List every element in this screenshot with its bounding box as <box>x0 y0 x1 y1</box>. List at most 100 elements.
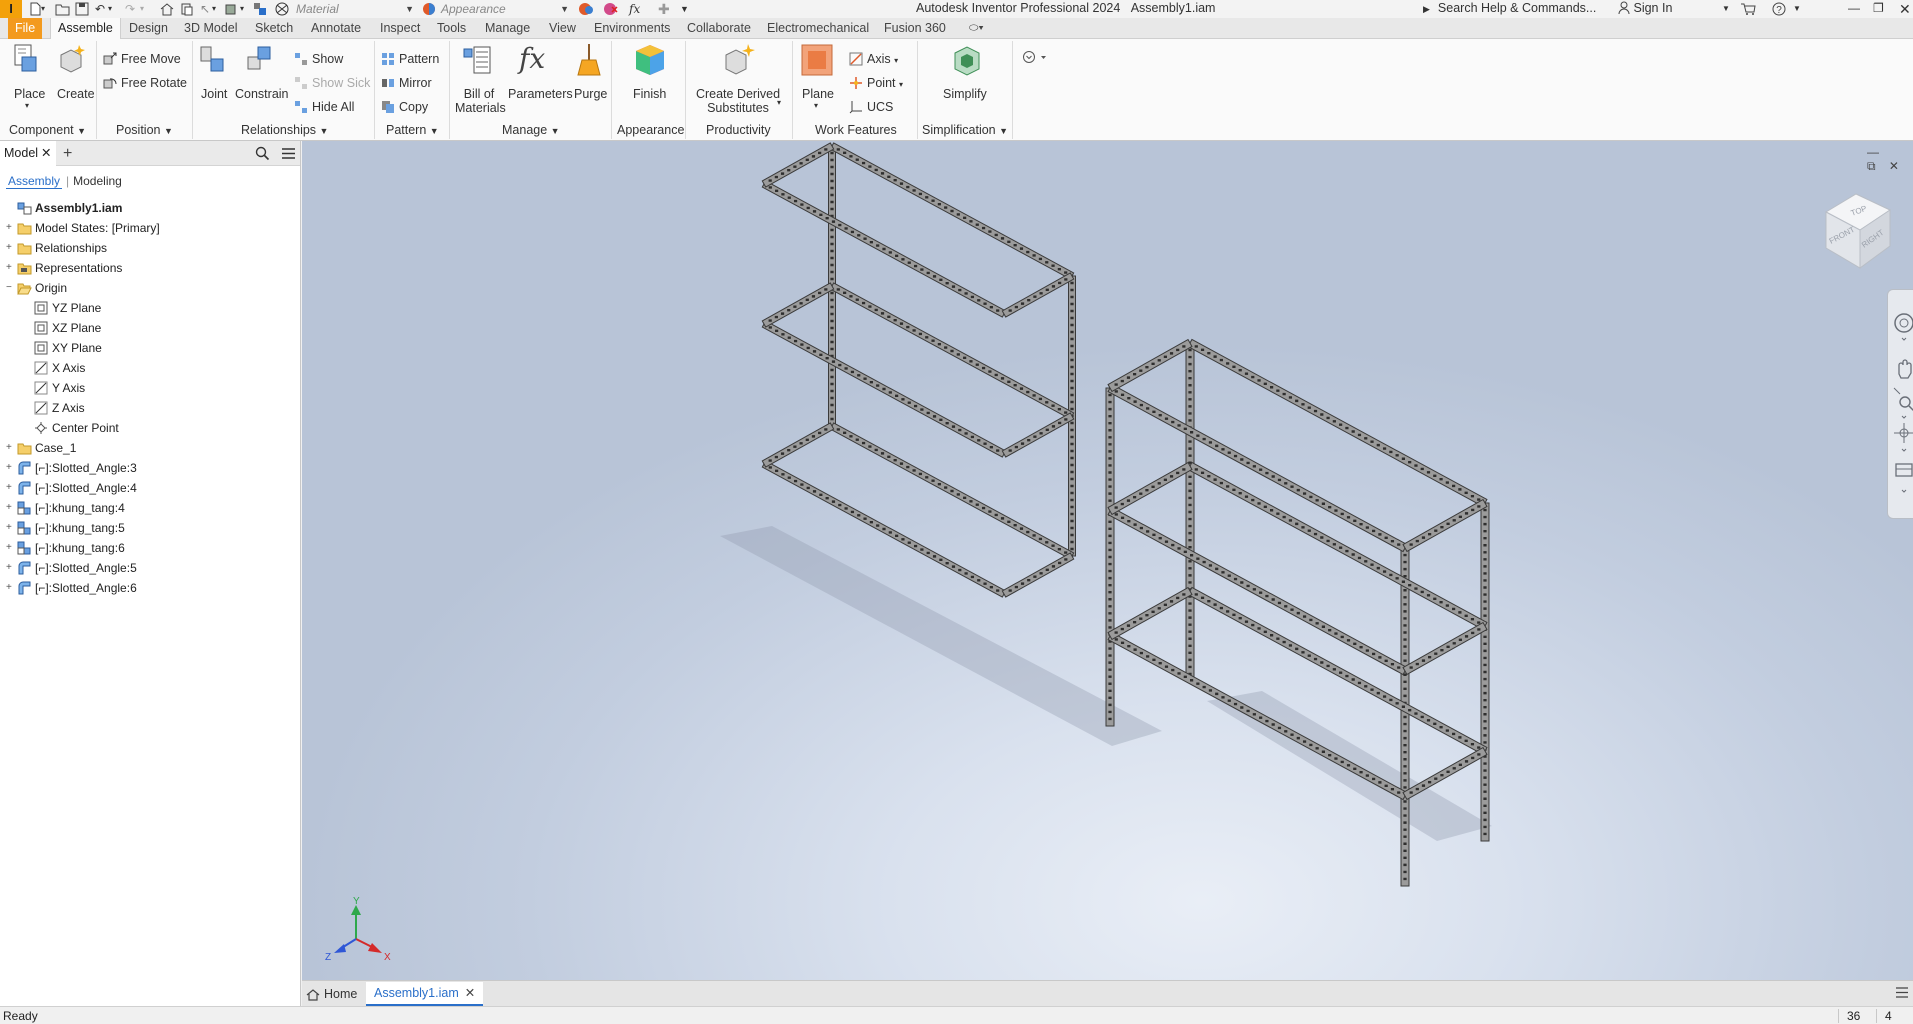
slotted-angle[interactable] <box>1107 631 1408 801</box>
clear-appearance-icon[interactable] <box>603 2 619 16</box>
canvas-close-icon[interactable]: ✕ <box>1889 159 1899 173</box>
sign-in-dropdown-icon[interactable]: ▼ <box>1722 2 1730 16</box>
canvas-minimize-icon[interactable]: — <box>1867 145 1879 159</box>
slotted-angle[interactable] <box>1187 586 1488 756</box>
slotted-angle[interactable] <box>1107 383 1408 553</box>
finish-button[interactable]: Finish <box>633 87 666 101</box>
slotted-angle[interactable] <box>1107 461 1193 516</box>
close-tab-icon[interactable]: ✕ <box>41 141 51 166</box>
simplify-button[interactable]: Simplify <box>943 87 987 101</box>
tab-manage[interactable]: Manage <box>478 18 537 39</box>
material-combo[interactable]: Material ▼ <box>296 1 414 17</box>
add-browser-tab-button[interactable]: + <box>63 141 72 166</box>
material-icon[interactable] <box>275 2 289 16</box>
document-tab[interactable]: Assembly1.iam ✕ <box>366 982 484 1006</box>
ribbon-overflow-icon[interactable] <box>1022 50 1050 64</box>
tree-expander-icon[interactable]: + <box>6 563 15 573</box>
slotted-angle[interactable] <box>1187 338 1488 508</box>
tab-fusion-360[interactable]: Fusion 360 <box>877 18 953 39</box>
save-icon[interactable] <box>75 2 89 16</box>
adjust-appearance-icon[interactable] <box>578 2 594 16</box>
graphics-window[interactable]: — ⧉ ✕ TOP FRONT RIGHT Y X Z <box>302 141 1913 980</box>
mirror-button[interactable]: Mirror <box>381 74 432 92</box>
show-sick-button[interactable]: Show Sick <box>294 74 370 92</box>
finish-icon[interactable] <box>632 43 666 77</box>
add-icon[interactable]: ✚ <box>658 2 670 16</box>
document-tabs-menu-icon[interactable] <box>1895 986 1909 1002</box>
slotted-angle[interactable] <box>1001 552 1075 598</box>
point-button[interactable]: Point ▾ <box>849 74 903 92</box>
axis-button[interactable]: Axis ▾ <box>849 50 898 68</box>
new-dropdown-icon[interactable]: ▾ <box>41 2 45 16</box>
help-icon[interactable]: ? <box>1772 2 1788 16</box>
component-group-label[interactable]: Component ▼ <box>9 123 86 137</box>
look-at-icon[interactable] <box>1895 463 1913 477</box>
slotted-angle[interactable] <box>1402 498 1488 553</box>
new-file-icon[interactable] <box>28 2 42 16</box>
free-move-button[interactable]: Free Move <box>103 50 181 68</box>
tab-model[interactable]: Model ✕ <box>0 141 56 166</box>
help-dropdown-icon[interactable]: ▼ <box>1793 2 1801 16</box>
hamburger-menu-icon[interactable] <box>281 147 296 163</box>
purge-icon[interactable] <box>576 43 604 77</box>
constrain-button[interactable]: Constrain <box>235 87 289 101</box>
search-icon[interactable] <box>255 146 270 164</box>
joint-icon[interactable] <box>197 43 229 75</box>
canvas-restore-icon[interactable]: ⧉ <box>1867 159 1876 173</box>
select-dropdown-icon[interactable]: ▾ <box>212 2 216 16</box>
ribbon-display-options-icon[interactable]: ⬭▾ <box>962 18 991 39</box>
zoom-icon[interactable] <box>1893 387 1913 412</box>
tab-sketch[interactable]: Sketch <box>248 18 300 39</box>
place-button[interactable]: Place <box>14 87 45 101</box>
purge-button[interactable]: Purge <box>574 87 607 101</box>
slotted-angle[interactable] <box>1107 506 1408 676</box>
show-button[interactable]: Show <box>294 50 343 68</box>
slotted-angle[interactable] <box>1107 338 1193 393</box>
customize-icon[interactable]: ▼ <box>680 2 689 16</box>
steering-wheel-icon[interactable] <box>1894 313 1913 333</box>
create-derived-substitutes-icon[interactable] <box>722 43 756 77</box>
tab-3d-model[interactable]: 3D Model <box>177 18 245 39</box>
position-group-label[interactable]: Position ▼ <box>116 123 173 137</box>
create-component-icon[interactable] <box>57 43 89 75</box>
copy-button[interactable]: Copy <box>381 98 428 116</box>
orbit-icon[interactable] <box>1894 423 1913 443</box>
tab-electromechanical[interactable]: Electromechanical <box>760 18 876 39</box>
tree-expander-icon[interactable]: + <box>6 523 15 533</box>
fx-icon[interactable]: fx <box>629 2 640 16</box>
create-derived-dropdown-icon[interactable]: ▾ <box>777 96 781 110</box>
hide-all-button[interactable]: Hide All <box>294 98 354 116</box>
measure-icon[interactable] <box>225 2 239 16</box>
tab-file[interactable]: File <box>8 18 43 39</box>
free-rotate-button[interactable]: Free Rotate <box>103 74 187 92</box>
create-button[interactable]: Create <box>57 87 95 101</box>
tab-annotate[interactable]: Annotate <box>304 18 368 39</box>
redo-icon[interactable]: ↷ <box>125 2 135 16</box>
slotted-angle[interactable] <box>1001 412 1075 458</box>
appearance-icon[interactable] <box>422 2 436 16</box>
tree-expander-icon[interactable]: + <box>6 463 15 473</box>
help-search[interactable]: ▶ Search Help & Commands... <box>1423 1 1596 15</box>
tree-expander-icon[interactable]: + <box>6 583 15 593</box>
slotted-angle[interactable] <box>1187 461 1488 631</box>
bill-of-materials-icon[interactable] <box>462 43 494 75</box>
measure-dropdown-icon[interactable]: ▾ <box>240 2 244 16</box>
tab-environments[interactable]: Environments <box>587 18 677 39</box>
open-icon[interactable] <box>55 2 71 16</box>
slotted-angle[interactable] <box>761 422 835 468</box>
tree-expander-icon[interactable]: + <box>6 543 15 553</box>
place-dropdown-icon[interactable]: ▾ <box>25 99 29 113</box>
slotted-angle[interactable] <box>1001 272 1075 318</box>
tab-inspect[interactable]: Inspect <box>373 18 427 39</box>
tab-collaborate[interactable]: Collaborate <box>680 18 758 39</box>
model-viewport[interactable] <box>302 141 1913 980</box>
tab-view[interactable]: View <box>542 18 583 39</box>
plane-dropdown-icon[interactable]: ▾ <box>814 99 818 113</box>
tab-design[interactable]: Design <box>122 18 175 39</box>
tree-expander-icon[interactable]: + <box>6 503 15 513</box>
restore-icon[interactable]: ❐ <box>1873 1 1884 15</box>
parameters-button[interactable]: Parameters <box>508 87 573 101</box>
tree-expander-icon[interactable]: + <box>6 483 15 493</box>
pattern-group-label[interactable]: Pattern ▼ <box>386 123 439 137</box>
slotted-angle[interactable] <box>761 282 835 328</box>
